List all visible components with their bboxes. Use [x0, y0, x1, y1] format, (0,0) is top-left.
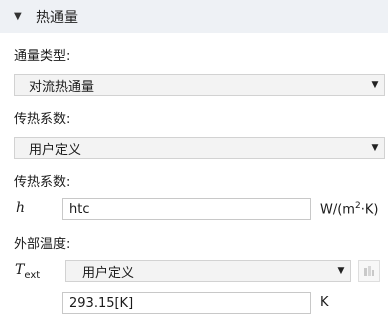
htc-label: 传热系数: — [14, 175, 71, 190]
flux-type-label: 通量类型: — [14, 49, 71, 64]
ext-temp-select-value: 用户定义 — [82, 265, 135, 281]
htc-definition-label: 传热系数: — [14, 112, 71, 127]
ext-temp-symbol: Text — [15, 262, 41, 281]
dropdown-arrow-icon: ▼ — [371, 143, 379, 153]
ext-temp-input[interactable]: 293.15[K] — [62, 292, 311, 314]
heat-flux-panel: ▼ 热通量 通量类型: 对流热通量 ▼ 传热系数: 用户定义 ▼ 传热系数: h… — [0, 0, 388, 327]
section-header[interactable]: ▼ 热通量 — [0, 0, 388, 33]
go-to-source-icon[interactable] — [358, 260, 380, 282]
dropdown-arrow-icon: ▼ — [337, 266, 345, 276]
collapse-toggle-icon[interactable]: ▼ — [14, 11, 30, 22]
ext-temp-label: 外部温度: — [14, 237, 71, 252]
htc-input[interactable]: htc — [62, 198, 311, 220]
htc-unit: W/(m2·K) — [320, 201, 379, 218]
dropdown-arrow-icon: ▼ — [371, 80, 379, 90]
flux-type-value: 对流热通量 — [29, 79, 95, 95]
ext-temp-select[interactable]: 用户定义 ▼ — [65, 260, 351, 282]
flux-type-select[interactable]: 对流热通量 ▼ — [14, 74, 385, 96]
htc-definition-select[interactable]: 用户定义 ▼ — [14, 137, 385, 159]
ext-temp-unit: K — [320, 295, 329, 310]
htc-definition-value: 用户定义 — [29, 142, 82, 158]
section-title: 热通量 — [36, 9, 78, 26]
htc-symbol: h — [16, 200, 26, 216]
